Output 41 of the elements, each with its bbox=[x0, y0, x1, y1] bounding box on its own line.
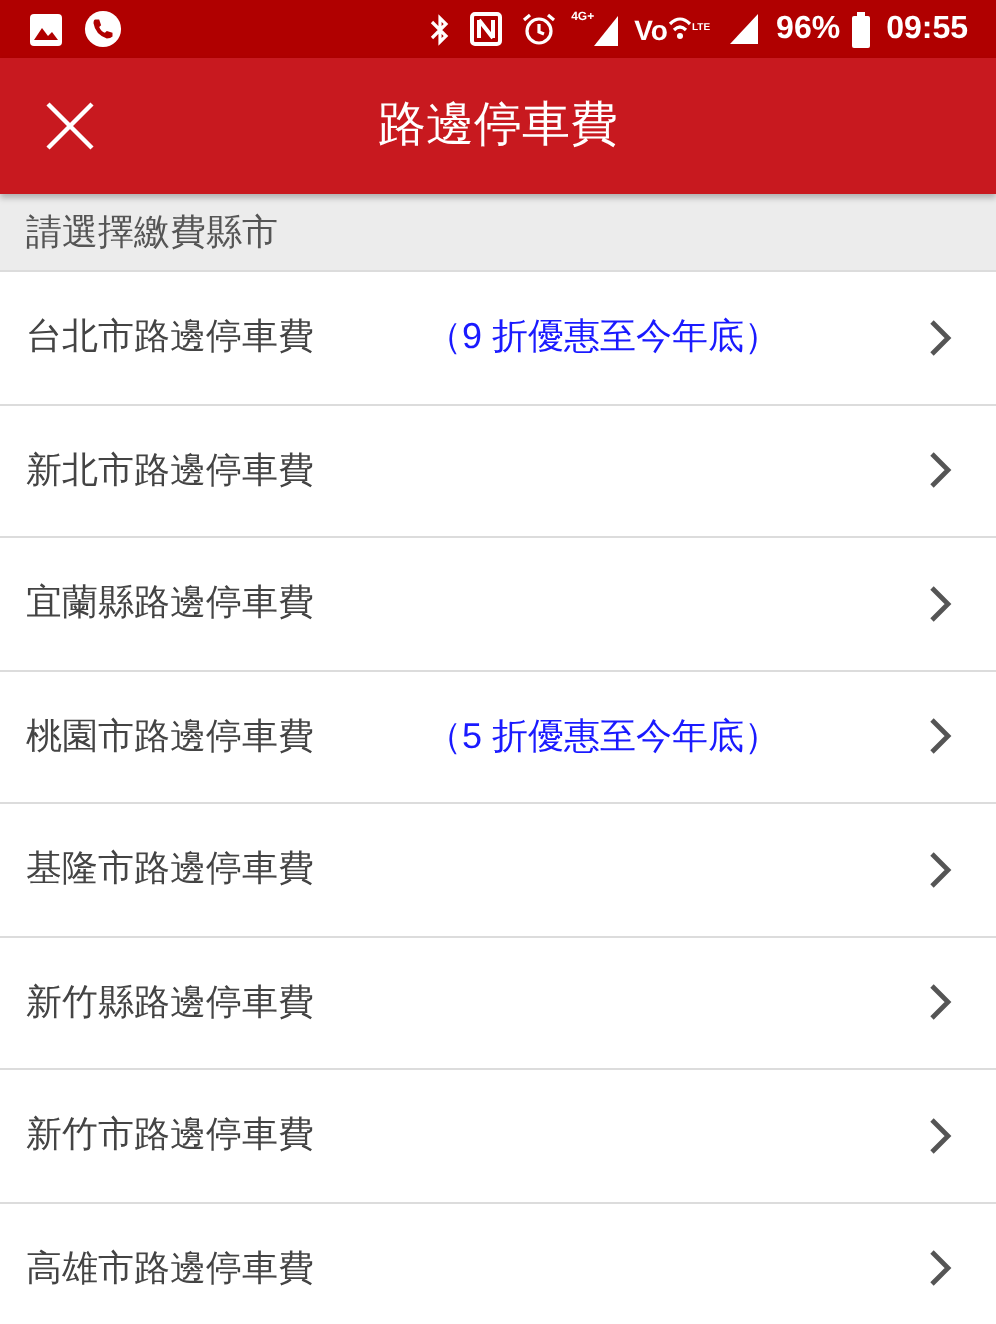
nfc-icon bbox=[469, 12, 502, 46]
item-label: 新北市路邊停車費 bbox=[26, 447, 316, 494]
list-item[interactable]: 新竹縣路邊停車費 bbox=[0, 937, 996, 1070]
list-item[interactable]: 新竹市路邊停車費 bbox=[0, 1070, 996, 1203]
list-item[interactable]: 台北市路邊停車費 （9 折優惠至今年底） bbox=[0, 272, 996, 405]
list-item[interactable]: 基隆市路邊停車費 bbox=[0, 804, 996, 937]
chevron-right-icon bbox=[928, 982, 952, 1023]
battery-percent: 96% bbox=[776, 9, 841, 49]
item-label: 宜蘭縣路邊停車費 bbox=[26, 580, 316, 627]
bluetooth-icon bbox=[429, 13, 450, 45]
close-icon bbox=[46, 102, 94, 150]
wifi-icon bbox=[667, 15, 692, 43]
clock: 09:55 bbox=[886, 9, 968, 49]
item-label: 新竹縣路邊停車費 bbox=[26, 979, 316, 1026]
list-item[interactable]: 新北市路邊停車費 bbox=[0, 405, 996, 538]
chevron-right-icon bbox=[928, 450, 952, 491]
list-item[interactable]: 高雄市路邊停車費 bbox=[0, 1203, 996, 1324]
signal-icon bbox=[594, 13, 619, 45]
chevron-right-icon bbox=[928, 716, 952, 757]
discount-note: （9 折優惠至今年底） bbox=[426, 314, 781, 361]
list-item[interactable]: 宜蘭縣路邊停車費 bbox=[0, 538, 996, 671]
item-label: 台北市路邊停車費 bbox=[26, 314, 316, 361]
volte-label: Vo bbox=[634, 15, 668, 43]
item-label: 新竹市路邊停車費 bbox=[26, 1112, 316, 1159]
image-icon bbox=[28, 11, 64, 47]
list-item[interactable]: 桃園市路邊停車費 （5 折優惠至今年底） bbox=[0, 671, 996, 804]
item-label: 高雄市路邊停車費 bbox=[26, 1245, 316, 1292]
page-title: 路邊停車費 bbox=[378, 96, 618, 156]
chevron-right-icon bbox=[928, 317, 952, 358]
signal-icon bbox=[730, 14, 759, 44]
phone-icon bbox=[84, 10, 122, 48]
alarm-icon bbox=[521, 12, 556, 46]
discount-note: （5 折優惠至今年底） bbox=[426, 713, 781, 760]
chevron-right-icon bbox=[928, 1248, 952, 1289]
chevron-right-icon bbox=[928, 583, 952, 624]
battery-icon bbox=[852, 11, 871, 47]
item-label: 基隆市路邊停車費 bbox=[26, 846, 316, 893]
chevron-right-icon bbox=[928, 849, 952, 890]
section-label: 請選擇繳費縣市 bbox=[26, 209, 278, 255]
item-label: 桃園市路邊停車費 bbox=[26, 713, 316, 760]
chevron-right-icon bbox=[928, 1115, 952, 1156]
